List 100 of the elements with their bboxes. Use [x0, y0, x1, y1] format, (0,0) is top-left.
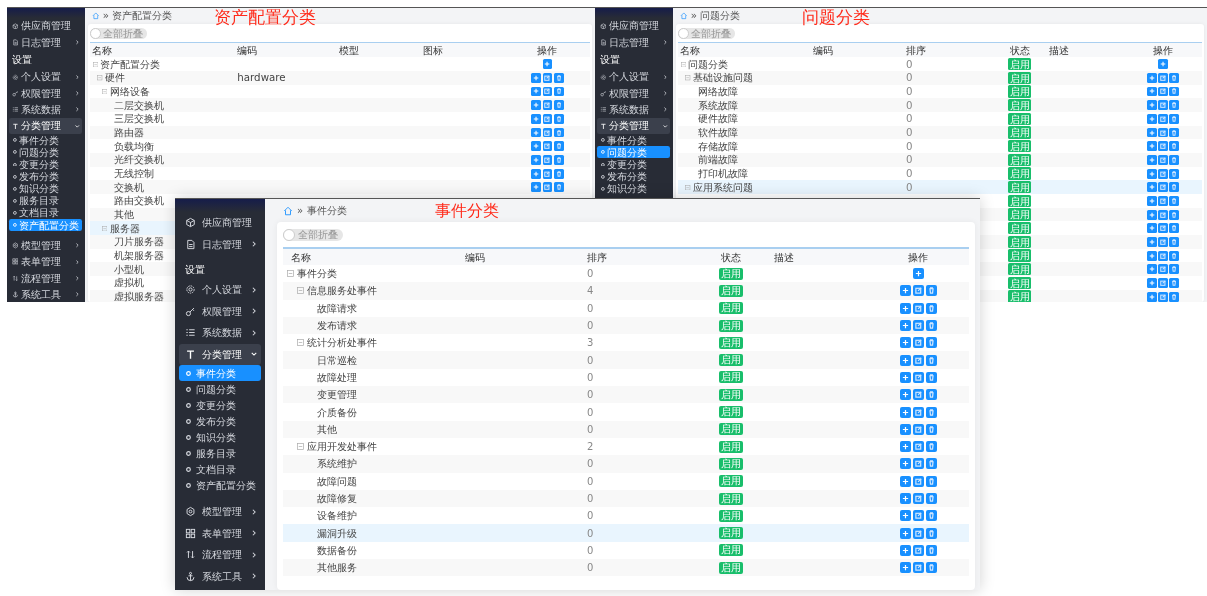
- sidebar-submenu-item[interactable]: 资产配置分类: [179, 477, 261, 493]
- add-button[interactable]: [899, 302, 911, 314]
- sidebar-submenu-item[interactable]: 问题分类: [9, 146, 83, 159]
- collapse-icon[interactable]: [101, 225, 108, 231]
- collapse-icon[interactable]: [297, 287, 304, 295]
- delete-button[interactable]: [1169, 154, 1180, 165]
- delete-button[interactable]: [1169, 100, 1180, 111]
- sidebar-submenu-item[interactable]: 事件分类: [597, 134, 671, 147]
- edit-button[interactable]: [542, 72, 553, 83]
- edit-button[interactable]: [542, 182, 553, 193]
- sidebar-submenu-item[interactable]: 文档目录: [179, 461, 261, 477]
- edit-button[interactable]: [912, 354, 924, 366]
- delete-button[interactable]: [925, 562, 937, 574]
- delete-button[interactable]: [1169, 168, 1180, 179]
- sidebar-menu-item[interactable]: 系统数据: [9, 101, 83, 118]
- edit-button[interactable]: [1158, 209, 1168, 220]
- add-button[interactable]: [531, 168, 541, 179]
- delete-button[interactable]: [553, 141, 564, 152]
- delete-button[interactable]: [1169, 72, 1180, 83]
- delete-button[interactable]: [1169, 182, 1180, 193]
- delete-button[interactable]: [553, 168, 564, 179]
- sidebar-menu-item[interactable]: 权限管理: [179, 300, 261, 322]
- sidebar-submenu-item[interactable]: 变更分类: [597, 158, 671, 171]
- add-button[interactable]: [531, 182, 541, 193]
- delete-button[interactable]: [553, 72, 564, 83]
- add-button[interactable]: [1146, 100, 1157, 111]
- edit-button[interactable]: [912, 493, 924, 504]
- add-button[interactable]: [1146, 113, 1157, 124]
- sidebar-menu-item[interactable]: 权限管理: [9, 85, 83, 102]
- add-button[interactable]: [531, 127, 541, 138]
- edit-button[interactable]: [542, 154, 553, 165]
- edit-button[interactable]: [1158, 223, 1168, 234]
- edit-button[interactable]: [1158, 195, 1168, 206]
- add-button[interactable]: [899, 562, 911, 574]
- delete-button[interactable]: [553, 154, 564, 165]
- delete-button[interactable]: [925, 371, 937, 383]
- sidebar-submenu-item[interactable]: 知识分类: [597, 182, 671, 195]
- sidebar-menu-item[interactable]: 供应商管理: [597, 17, 671, 35]
- sidebar-menu-item[interactable]: 个人设置: [179, 279, 261, 301]
- sidebar-submenu-item[interactable]: 变更分类: [179, 397, 261, 413]
- sidebar-menu-item[interactable]: 系统数据: [179, 322, 261, 344]
- sidebar-menu-item[interactable]: 供应商管理: [179, 212, 261, 234]
- sidebar-submenu-item[interactable]: 文档目录: [9, 207, 83, 220]
- sidebar-menu-item[interactable]: 日志管理: [9, 34, 83, 51]
- add-button[interactable]: [899, 406, 911, 418]
- delete-button[interactable]: [1169, 127, 1180, 138]
- sidebar-menu-item[interactable]: 系统工具: [9, 286, 83, 302]
- add-button[interactable]: [899, 493, 911, 504]
- add-button[interactable]: [899, 441, 911, 453]
- sidebar-submenu-item[interactable]: 发布分类: [597, 170, 671, 183]
- sidebar-menu-item[interactable]: 模型管理: [9, 237, 83, 254]
- edit-button[interactable]: [1158, 278, 1168, 288]
- add-button[interactable]: [1146, 141, 1157, 152]
- edit-button[interactable]: [1158, 264, 1168, 275]
- collapse-icon[interactable]: [92, 61, 99, 67]
- edit-button[interactable]: [912, 458, 924, 470]
- delete-button[interactable]: [925, 389, 937, 401]
- delete-button[interactable]: [925, 302, 937, 314]
- sidebar-menu-item[interactable]: 个人设置: [9, 68, 83, 86]
- edit-button[interactable]: [1158, 250, 1168, 261]
- add-button[interactable]: [899, 475, 911, 487]
- home-icon[interactable]: [92, 12, 100, 20]
- edit-button[interactable]: [912, 337, 924, 349]
- delete-button[interactable]: [1169, 141, 1180, 152]
- add-button[interactable]: [542, 59, 553, 70]
- collapse-icon[interactable]: [297, 443, 304, 451]
- sidebar-menu-item[interactable]: 流程管理: [9, 270, 83, 287]
- home-icon[interactable]: [283, 205, 293, 216]
- add-button[interactable]: [531, 154, 541, 165]
- edit-button[interactable]: [912, 562, 924, 574]
- add-button[interactable]: [899, 371, 911, 383]
- delete-button[interactable]: [925, 493, 937, 504]
- collapse-icon[interactable]: [287, 270, 294, 278]
- delete-button[interactable]: [925, 337, 937, 349]
- add-button[interactable]: [899, 527, 911, 539]
- sidebar-submenu-item[interactable]: 发布分类: [9, 170, 83, 183]
- add-button[interactable]: [1146, 154, 1157, 165]
- add-button[interactable]: [1146, 168, 1157, 179]
- edit-button[interactable]: [1158, 182, 1168, 193]
- delete-button[interactable]: [1169, 250, 1180, 261]
- delete-button[interactable]: [1169, 291, 1180, 302]
- add-button[interactable]: [531, 100, 541, 111]
- edit-button[interactable]: [542, 113, 553, 124]
- sidebar-submenu-item[interactable]: 服务目录: [179, 445, 261, 461]
- add-button[interactable]: [1146, 209, 1157, 220]
- edit-button[interactable]: [1158, 100, 1168, 111]
- edit-button[interactable]: [1158, 127, 1168, 138]
- delete-button[interactable]: [925, 406, 937, 418]
- collapse-icon[interactable]: [297, 339, 304, 347]
- sidebar-submenu-item[interactable]: 变更分类: [9, 158, 83, 171]
- edit-button[interactable]: [912, 389, 924, 401]
- sidebar-submenu-item[interactable]: 事件分类: [9, 134, 83, 147]
- edit-button[interactable]: [1158, 291, 1168, 302]
- sidebar-submenu-item[interactable]: 问题分类: [179, 381, 261, 397]
- add-button[interactable]: [1146, 237, 1157, 247]
- sidebar-menu-item[interactable]: 表单管理: [9, 253, 83, 271]
- add-button[interactable]: [1146, 264, 1157, 275]
- collapse-icon[interactable]: [685, 75, 691, 81]
- edit-button[interactable]: [1158, 113, 1168, 124]
- add-button[interactable]: [1146, 278, 1157, 288]
